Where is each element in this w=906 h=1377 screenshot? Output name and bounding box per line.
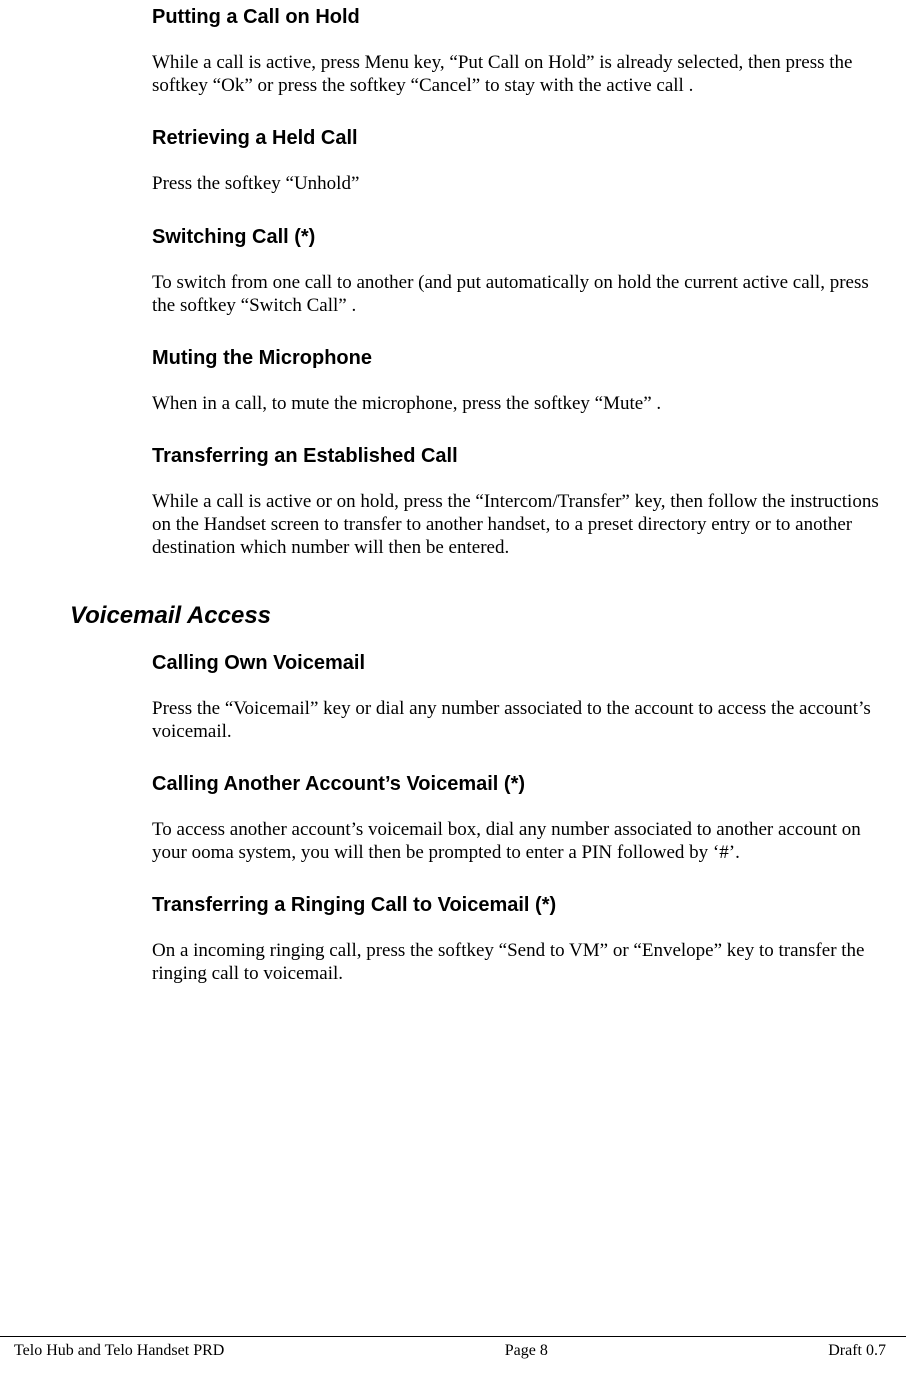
body-transferring-ringing-call-voicemail: On a incoming ringing call, press the so… — [152, 939, 886, 985]
footer-center: Page 8 — [505, 1342, 548, 1360]
body-calling-another-account-voicemail: To access another account’s voicemail bo… — [152, 818, 886, 864]
heading-transferring-established-call: Transferring an Established Call — [152, 445, 886, 468]
footer-right: Draft 0.7 — [828, 1342, 886, 1360]
body-transferring-established-call: While a call is active or on hold, press… — [152, 490, 886, 560]
heading-switching-call: Switching Call (*) — [152, 226, 886, 249]
page-content: Putting a Call on Hold While a call is a… — [0, 6, 906, 986]
heading-retrieving-held-call: Retrieving a Held Call — [152, 127, 886, 150]
body-retrieving-held-call: Press the softkey “Unhold” — [152, 172, 886, 195]
body-switching-call: To switch from one call to another (and … — [152, 271, 886, 317]
page-footer: Telo Hub and Telo Handset PRD Page 8 Dra… — [0, 1336, 906, 1360]
section-title-voicemail-access: Voicemail Access — [70, 602, 886, 630]
heading-putting-call-on-hold: Putting a Call on Hold — [152, 6, 886, 29]
body-calling-own-voicemail: Press the “Voicemail” key or dial any nu… — [152, 697, 886, 743]
heading-calling-own-voicemail: Calling Own Voicemail — [152, 652, 886, 675]
body-muting-microphone: When in a call, to mute the microphone, … — [152, 392, 886, 415]
body-putting-call-on-hold: While a call is active, press Menu key, … — [152, 51, 886, 97]
footer-left: Telo Hub and Telo Handset PRD — [14, 1342, 224, 1360]
heading-muting-microphone: Muting the Microphone — [152, 347, 886, 370]
heading-calling-another-account-voicemail: Calling Another Account’s Voicemail (*) — [152, 773, 886, 796]
heading-transferring-ringing-call-voicemail: Transferring a Ringing Call to Voicemail… — [152, 894, 886, 917]
